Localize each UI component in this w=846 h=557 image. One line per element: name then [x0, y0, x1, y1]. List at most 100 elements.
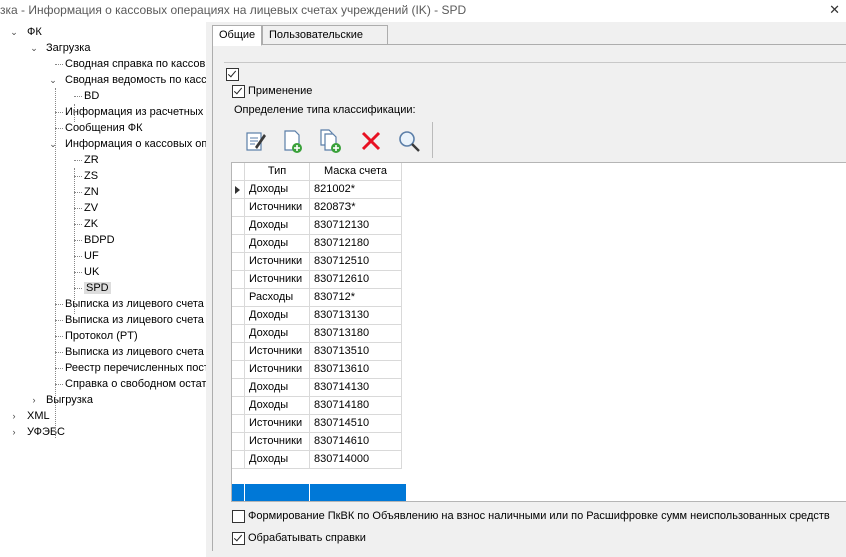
- column-header-type[interactable]: Тип: [245, 163, 310, 181]
- tree-node[interactable]: Информация из расчетных: [65, 104, 203, 120]
- tree-node[interactable]: ZS: [84, 168, 98, 184]
- cell-mask[interactable]: 830712130: [310, 217, 402, 235]
- table-row[interactable]: Доходы 830714130: [232, 379, 406, 397]
- tree-node[interactable]: SPD: [84, 280, 111, 296]
- edit-icon[interactable]: [242, 128, 268, 154]
- cell-mask[interactable]: 830714000: [310, 451, 402, 469]
- tree-node[interactable]: BD: [84, 88, 99, 104]
- navigation-tree[interactable]: ⌄ ФК ⌄ Загрузка Сводная справка по кассов ⌄ Св…: [0, 22, 207, 557]
- chevron-down-icon[interactable]: ⌄: [48, 72, 58, 88]
- cell-mask[interactable]: 821002*: [310, 181, 402, 199]
- cell-type[interactable]: Доходы: [245, 451, 310, 469]
- tree-node[interactable]: Выписка из лицевого счета: [65, 344, 204, 360]
- close-icon[interactable]: ✕: [829, 2, 840, 18]
- row-indicator[interactable]: [232, 451, 245, 469]
- search-icon[interactable]: [396, 128, 422, 154]
- cell-type[interactable]: Доходы: [245, 217, 310, 235]
- row-indicator[interactable]: [232, 325, 245, 343]
- tree-node[interactable]: УФЭБС: [27, 424, 65, 440]
- row-indicator[interactable]: [232, 343, 245, 361]
- cell-type[interactable]: Доходы: [245, 181, 310, 199]
- tree-node[interactable]: Выписка из лицевого счета: [65, 312, 204, 328]
- cell-type[interactable]: Доходы: [245, 325, 310, 343]
- table-row[interactable]: Доходы 821002*: [232, 181, 406, 199]
- table-row[interactable]: Доходы 830713130: [232, 307, 406, 325]
- table-row[interactable]: Расходы 830712*: [232, 289, 406, 307]
- cell-mask[interactable]: 830713130: [310, 307, 402, 325]
- cell-mask[interactable]: 82087З*: [310, 199, 402, 217]
- tab-user[interactable]: Пользовательские: [262, 25, 388, 45]
- tree-node[interactable]: Сообщения ФК: [65, 120, 143, 136]
- chevron-down-icon[interactable]: ⌄: [9, 24, 19, 40]
- cell-type[interactable]: Источники: [245, 343, 310, 361]
- classification-grid[interactable]: Тип Маска счета Доходы 821002* Источники 82…: [231, 162, 846, 502]
- table-row[interactable]: Доходы 830714180: [232, 397, 406, 415]
- row-indicator[interactable]: [232, 235, 245, 253]
- tree-node[interactable]: BDPD: [84, 232, 115, 248]
- row-indicator[interactable]: [232, 217, 245, 235]
- splitter[interactable]: [206, 22, 210, 557]
- process-refs-checkbox[interactable]: [232, 532, 245, 545]
- cell-type[interactable]: Доходы: [245, 307, 310, 325]
- tree-node[interactable]: ФК: [27, 24, 42, 40]
- row-indicator[interactable]: [232, 433, 245, 451]
- row-indicator[interactable]: [232, 379, 245, 397]
- tree-node[interactable]: ZR: [84, 152, 99, 168]
- tree-node[interactable]: UK: [84, 264, 99, 280]
- tree-node[interactable]: Выписка из лицевого счета: [65, 296, 204, 312]
- cell-type[interactable]: Источники: [245, 415, 310, 433]
- table-row[interactable]: Доходы 830713180: [232, 325, 406, 343]
- cell-type[interactable]: Доходы: [245, 379, 310, 397]
- tree-node[interactable]: Выгрузка: [46, 392, 93, 408]
- form-pkvk-checkbox[interactable]: [232, 510, 245, 523]
- cell-mask[interactable]: 830714180: [310, 397, 402, 415]
- row-indicator[interactable]: [232, 271, 245, 289]
- chevron-right-icon[interactable]: ›: [29, 392, 39, 408]
- cell-mask[interactable]: 830714510: [310, 415, 402, 433]
- row-indicator[interactable]: [232, 199, 245, 217]
- tree-node[interactable]: Загрузка: [46, 40, 90, 56]
- tree-node[interactable]: ZV: [84, 200, 98, 216]
- cell-mask[interactable]: 830712*: [310, 289, 402, 307]
- table-row[interactable]: Источники 830714510: [232, 415, 406, 433]
- table-row[interactable]: Источники 830713610: [232, 361, 406, 379]
- cell-type[interactable]: Источники: [245, 361, 310, 379]
- chevron-down-icon[interactable]: ⌄: [29, 40, 39, 56]
- row-indicator[interactable]: [232, 253, 245, 271]
- row-indicator[interactable]: [232, 181, 245, 199]
- row-indicator[interactable]: [232, 397, 245, 415]
- cell-mask[interactable]: 830713180: [310, 325, 402, 343]
- cell-mask[interactable]: 830712610: [310, 271, 402, 289]
- cell-type[interactable]: Источники: [245, 271, 310, 289]
- table-row[interactable]: Источники 82087З*: [232, 199, 406, 217]
- row-indicator[interactable]: [232, 289, 245, 307]
- tree-node[interactable]: UF: [84, 248, 99, 264]
- cell-mask[interactable]: 830712510: [310, 253, 402, 271]
- top-checkbox[interactable]: [226, 68, 239, 81]
- table-row[interactable]: Доходы 830712130: [232, 217, 406, 235]
- cell-type[interactable]: Доходы: [245, 397, 310, 415]
- tree-node[interactable]: Справка о свободном остат: [65, 376, 206, 392]
- tree-node[interactable]: Реестр перечисленных пост: [65, 360, 206, 376]
- row-indicator[interactable]: [232, 361, 245, 379]
- chevron-right-icon[interactable]: ›: [9, 424, 19, 440]
- new-row[interactable]: [232, 484, 406, 501]
- copy-document-icon[interactable]: [317, 128, 343, 154]
- table-row[interactable]: Источники 830714610: [232, 433, 406, 451]
- chevron-right-icon[interactable]: ›: [9, 408, 19, 424]
- row-indicator[interactable]: [232, 307, 245, 325]
- tree-node[interactable]: Информация о кассовых оп: [65, 136, 206, 152]
- table-row[interactable]: Источники 830713510: [232, 343, 406, 361]
- table-row[interactable]: Источники 830712610: [232, 271, 406, 289]
- table-row[interactable]: Доходы 830712180: [232, 235, 406, 253]
- tree-node[interactable]: Сводная ведомость по касс: [65, 72, 206, 88]
- cell-mask[interactable]: 830713510: [310, 343, 402, 361]
- table-row[interactable]: Доходы 830714000: [232, 451, 406, 469]
- cell-mask[interactable]: 830714130: [310, 379, 402, 397]
- table-row[interactable]: Источники 830712510: [232, 253, 406, 271]
- delete-icon[interactable]: [358, 128, 384, 154]
- tree-node[interactable]: XML: [27, 408, 50, 424]
- tab-general[interactable]: Общие: [212, 25, 262, 46]
- cell-mask[interactable]: 830712180: [310, 235, 402, 253]
- cell-type[interactable]: Источники: [245, 199, 310, 217]
